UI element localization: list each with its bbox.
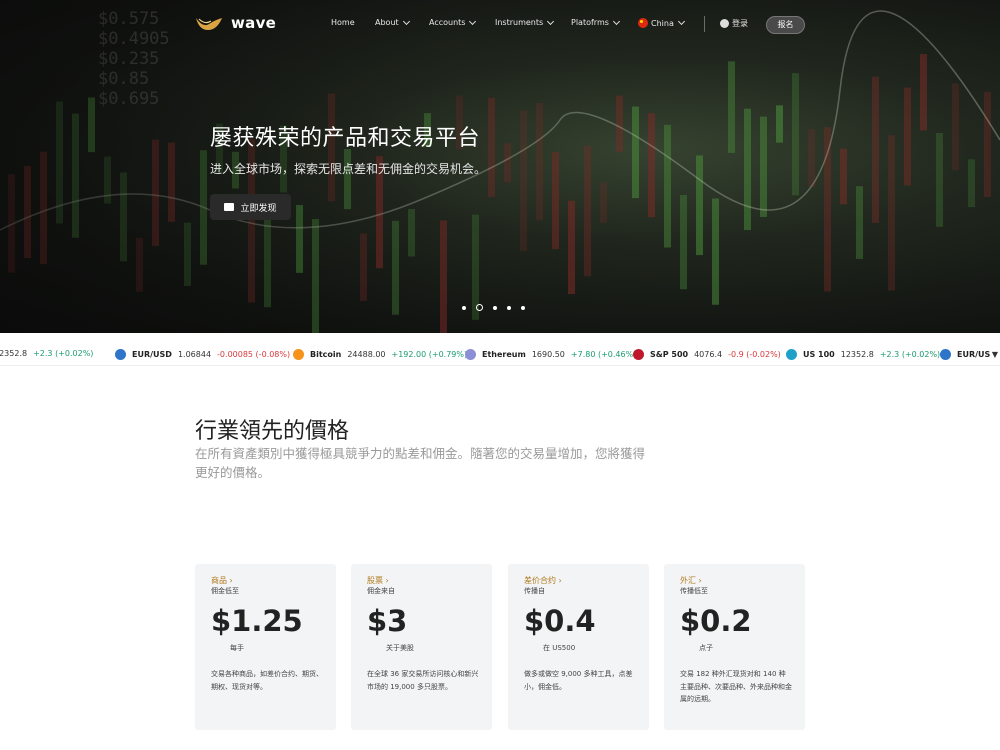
discover-now-label: 立即发现 [240, 203, 277, 214]
sp500-icon [633, 349, 644, 360]
ticker-change: +7.80 (+0.46%) [570, 350, 637, 359]
card-sublabel: 佣金低至 [211, 587, 239, 595]
ticker-price: 24488.00 [347, 350, 386, 359]
card-category-link[interactable]: 股票 [367, 575, 389, 586]
pricing-card: 差价合约传播自 $0.4 在 US500 做多或做空 9,000 多种工具，点差小，佣… [508, 564, 649, 730]
user-icon [720, 19, 729, 28]
ticker-price: 1.06844 [177, 350, 212, 359]
card-category-link[interactable]: 差价合约 [524, 575, 562, 586]
card-unit: 点子 [699, 644, 713, 652]
card-unit: 每手 [230, 644, 244, 652]
nav-platforms-label: Platofrms [571, 18, 609, 27]
price-ticker: ▼ 12352.8 +2.3 (+0.02%) EUR/USD 1.06844 -0.0… [0, 344, 1000, 366]
chevron-down-icon [547, 17, 555, 25]
nav-platforms[interactable]: Platofrms [571, 17, 620, 27]
ticker-item[interactable]: Ethereum 1690.50 +7.80 (+0.46%) [465, 349, 636, 360]
ticker-change: -0.00085 (-0.08%) [217, 350, 291, 359]
slide-dot[interactable] [507, 305, 511, 310]
hero-banner: $0.575$0.4905$0.235$0.85$0.695 wave Home… [0, 0, 1000, 333]
pricing-card: 股票佣金来自 $3 关于美股在全球 36 家交易所访问核心和新兴市场的 19,000… [351, 564, 492, 730]
chevron-down-icon [677, 17, 685, 26]
nav-about-label: About [375, 18, 399, 27]
ticker-name: Ethereum [482, 350, 526, 359]
slide-dot[interactable] [521, 305, 525, 310]
nav-instruments[interactable]: Instruments [495, 17, 555, 27]
card-price: $0.2 [680, 604, 752, 638]
card-unit: 关于美股 [386, 644, 414, 652]
pricing-card: 外汇传播低至 $0.2 点子交易 182 种外汇现货对和 140 种主要品种、次要品… [664, 564, 805, 730]
card-price: $1.25 [211, 604, 303, 638]
card-description: 在全球 36 家交易所访问核心和新兴市场的 19,000 多只股票。 [367, 670, 479, 691]
card-description: 交易各种商品，如差价合约、期货、期权、现货对等。 [211, 670, 323, 691]
logo[interactable]: wave [195, 14, 276, 32]
card-category-link[interactable]: 外汇 [680, 575, 702, 586]
pricing-card: 商品佣金低至 $1.25 每手交易各种商品，如差价合约、期货、期权、现货对等。 [195, 564, 336, 730]
chevron-down-icon [469, 17, 477, 25]
hero-title: 屡获殊荣的产品和交易平台 [210, 126, 481, 151]
ticker-price: 12352.8 [0, 349, 28, 358]
ticker-item[interactable]: 12352.8 +2.3 (+0.02%) [0, 349, 93, 358]
nav-home[interactable]: Home [331, 18, 355, 27]
ticker-name: S&P 500 [650, 350, 689, 359]
card-description: 交易 182 种外汇现货对和 140 种主要品种、次要品种、外来品种和金属的远期… [680, 670, 792, 703]
eu-us-flag-icon [115, 349, 126, 360]
card-sublabel: 传播自 [524, 587, 545, 595]
ethereum-icon [465, 349, 476, 360]
ticker-item[interactable]: US 100 12352.8 +2.3 (+0.02%) [786, 349, 940, 360]
card-unit: 在 US500 [543, 644, 576, 652]
login-link[interactable]: 登录 [720, 18, 748, 29]
top-nav: wave Home About Accounts Instruments Pla… [0, 0, 1000, 50]
document-icon [224, 203, 235, 211]
slide-dot[interactable] [476, 304, 483, 311]
discover-now-button[interactable]: 立即发现 [210, 194, 291, 220]
slide-dot[interactable] [462, 305, 466, 310]
chevron-down-icon [402, 17, 410, 25]
login-label: 登录 [732, 19, 748, 28]
ticker-item[interactable]: S&P 500 4076.4 -0.9 (-0.02%) [633, 349, 781, 360]
ticker-name: US 100 [803, 350, 835, 359]
signup-button[interactable]: 报名 [766, 16, 805, 34]
nav-instruments-label: Instruments [495, 18, 544, 27]
section-title: 行業領先的價格 [195, 419, 350, 444]
nav-about[interactable]: About [375, 17, 410, 27]
eu-us-flag-icon [940, 349, 951, 360]
ticker-price: 4076.4 [694, 350, 723, 359]
nav-divider [704, 16, 705, 32]
card-price: $0.4 [524, 604, 596, 638]
ticker-scroll-arrow-icon[interactable]: ▼ [992, 350, 998, 359]
ticker-item[interactable]: EUR/USD 1.06844 -0.00085 (-0.08%) [115, 349, 290, 360]
ticker-name: EUR/USD [132, 350, 172, 359]
ticker-price: 12352.8 [840, 350, 874, 359]
china-flag-icon [638, 18, 648, 28]
logo-text: wave [231, 14, 277, 32]
slide-indicators [462, 304, 525, 311]
section-description: 在所有資產類別中獲得極具競爭力的點差和佣金。隨著您的交易量增加，您將獲得更好的價… [195, 446, 646, 480]
nav-accounts-label: Accounts [429, 18, 466, 27]
ticker-change: +192.00 (+0.79%) [391, 350, 468, 359]
card-sublabel: 佣金来自 [367, 587, 395, 595]
ticker-item[interactable]: Bitcoin 24488.00 +192.00 (+0.79%) [293, 349, 467, 360]
region-selector[interactable]: China [638, 17, 685, 28]
region-label: China [651, 18, 674, 28]
ticker-change: +2.3 (+0.02%) [879, 350, 941, 359]
card-description: 做多或做空 9,000 多种工具，点差小，佣金低。 [524, 670, 633, 691]
us100-icon [786, 349, 797, 360]
ticker-item[interactable]: EUR/US [940, 349, 990, 360]
wave-logo-icon [196, 18, 222, 30]
ticker-name: EUR/US [957, 350, 991, 359]
slide-dot[interactable] [493, 305, 497, 310]
bitcoin-icon [293, 349, 304, 360]
card-category-link[interactable]: 商品 [211, 575, 233, 586]
ticker-change: -0.9 (-0.02%) [728, 350, 781, 359]
card-price: $3 [367, 604, 408, 638]
nav-home-label: Home [331, 18, 355, 27]
card-sublabel: 传播低至 [680, 587, 708, 595]
hero-subtitle: 进入全球市场，探索无限点差和无佣金的交易机会。 [210, 162, 487, 176]
ticker-name: Bitcoin [310, 350, 342, 359]
nav-accounts[interactable]: Accounts [429, 17, 477, 27]
chevron-down-icon [612, 17, 620, 25]
ticker-price: 1690.50 [531, 350, 565, 359]
ticker-change: +2.3 (+0.02%) [33, 349, 94, 358]
